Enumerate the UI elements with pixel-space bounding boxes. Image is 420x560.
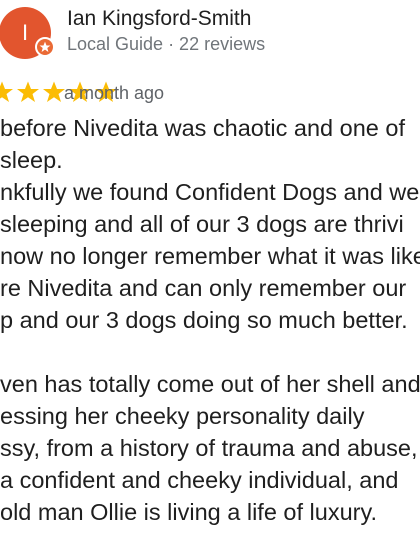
author-meta: Local Guide · 22 reviews xyxy=(67,34,266,54)
review-text-line: before Nivedita was chaotic and one of xyxy=(0,115,405,141)
local-guide-badge-icon xyxy=(35,37,55,57)
review-text-line: ssy, from a history of trauma and abuse, xyxy=(0,435,418,461)
author-name[interactable]: Ian Kingsford-Smith xyxy=(67,7,251,31)
review-text: before Nivedita was chaotic and one of sl… xyxy=(0,112,420,528)
star-icon xyxy=(0,80,14,104)
review-text-line: essing her cheeky personality daily xyxy=(0,403,365,429)
review-text-line: now no longer remember what it was like xyxy=(0,243,420,269)
star-icon xyxy=(16,80,40,104)
review-text-line: nkfully we found Confident Dogs and we xyxy=(0,179,420,205)
review-text-line: re Nivedita and can only remember our xyxy=(0,275,407,301)
review-text-line: old man Ollie is living a life of luxury… xyxy=(0,499,378,525)
review-text-line: ven has totally come out of her shell an… xyxy=(0,371,420,397)
review-time: a month ago xyxy=(64,83,165,103)
avatar-initial: I xyxy=(21,20,29,45)
star-icon xyxy=(42,80,66,104)
review-text-line: sleep. xyxy=(0,147,63,173)
review-text-line: a confident and cheeky individual, and xyxy=(0,467,399,493)
review-text-line: p and our 3 dogs doing so much better. xyxy=(0,307,408,333)
review-text-line: sleeping and all of our 3 dogs are thriv… xyxy=(0,211,404,237)
